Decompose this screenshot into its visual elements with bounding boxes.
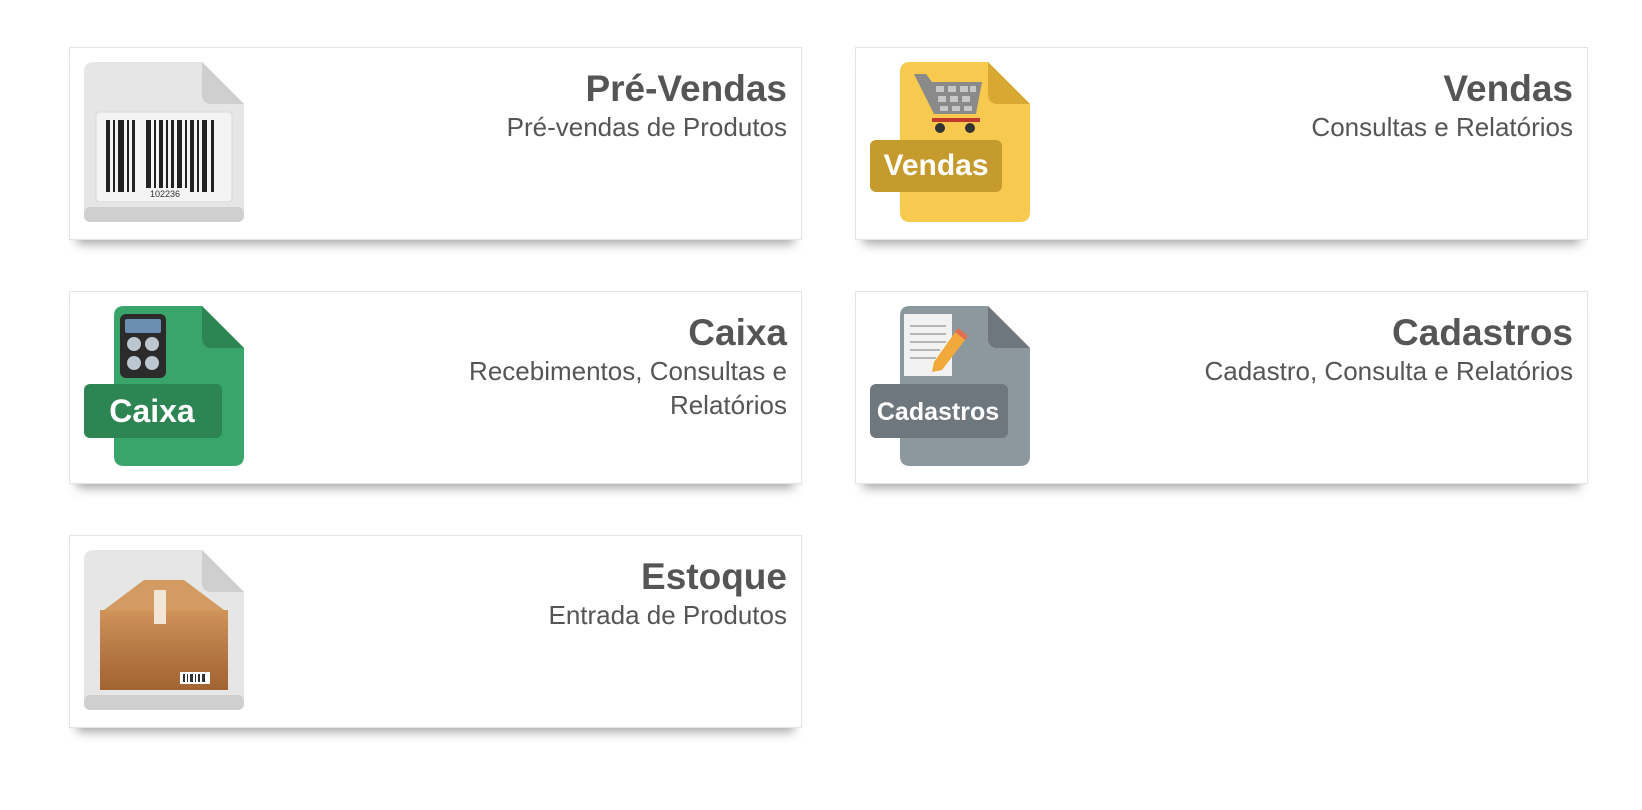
- card-title: Vendas: [1443, 68, 1573, 109]
- card-subtitle: Consultas e Relatórios: [1311, 112, 1573, 142]
- badge-label: Vendas: [883, 149, 988, 182]
- badge-label: Caixa: [109, 393, 195, 429]
- card-title: Cadastros: [1392, 312, 1573, 353]
- document-pencil-file-icon: Cadastros: [870, 306, 1030, 466]
- card-subtitle: Cadastro, Consulta e Relatórios: [1204, 356, 1573, 386]
- card-pre-vendas[interactable]: 102236 Pré-Vendas Pré-vendas de Produtos: [69, 47, 802, 240]
- card-title: Estoque: [641, 556, 787, 597]
- barcode-file-icon: 102236: [84, 62, 244, 222]
- card-subtitle: Entrada de Produtos: [548, 600, 788, 630]
- card-vendas[interactable]: Vendas Vendas Consultas e Relatórios: [855, 47, 1588, 240]
- module-grid: 102236 Pré-Vendas Pré-vendas de Produtos: [0, 0, 1642, 810]
- card-cadastros[interactable]: Cadastros Cadastros Cadastro, Consulta e…: [855, 291, 1588, 484]
- card-estoque[interactable]: Estoque Entrada de Produtos: [69, 535, 802, 728]
- card-title: Pré-Vendas: [585, 68, 787, 109]
- card-subtitle: Pré-vendas de Produtos: [506, 112, 787, 142]
- card-title: Caixa: [688, 312, 787, 353]
- badge-label: Cadastros: [877, 398, 999, 426]
- shopping-cart-file-icon: Vendas: [870, 62, 1030, 222]
- card-caixa[interactable]: Caixa Caixa Recebimentos, Consultas e Re…: [69, 291, 802, 484]
- cardboard-box-file-icon: [84, 550, 244, 710]
- calculator-file-icon: Caixa: [84, 306, 244, 466]
- card-subtitle: Recebimentos, Consultas e Relatórios: [469, 356, 787, 420]
- barcode-number: 102236: [150, 189, 180, 199]
